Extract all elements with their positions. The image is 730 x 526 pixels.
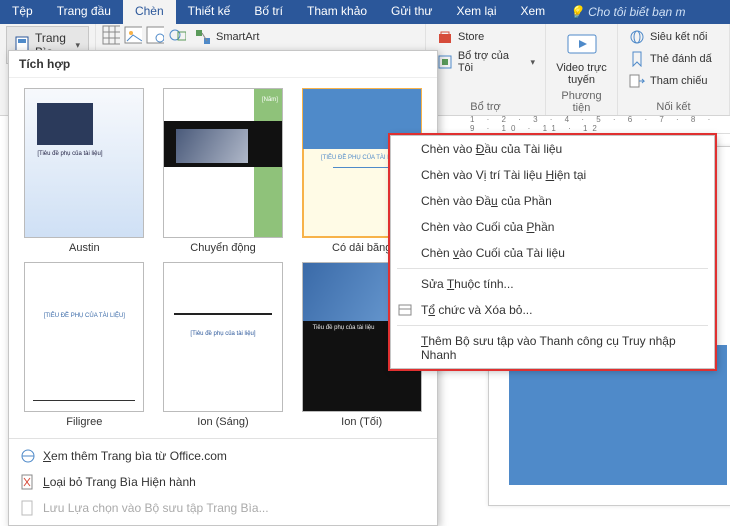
- gallery-caption: Chuyển động: [190, 242, 255, 254]
- shapes-icon[interactable]: [168, 26, 186, 44]
- remove-cover[interactable]: Loại bỏ Trang Bìa Hiện hành: [15, 469, 431, 495]
- crossref-icon: [628, 72, 646, 90]
- tab-home[interactable]: Trang đầu: [45, 0, 123, 24]
- menu-separator: [397, 325, 708, 326]
- crossref-label: Tham chiếu: [650, 75, 707, 87]
- cm-organize-delete[interactable]: Tổ chức và Xóa bỏ...: [391, 297, 714, 323]
- gallery-footer: Xem thêm Trang bìa từ Office.com Loại bỏ…: [9, 438, 437, 525]
- smartart-label: SmartArt: [216, 31, 259, 43]
- bookmark-label: Thẻ đánh dấ: [650, 53, 712, 65]
- smartart-icon: [194, 28, 212, 46]
- tab-view[interactable]: Xem: [508, 0, 557, 24]
- smartart-button[interactable]: SmartArt: [190, 26, 263, 48]
- tab-references[interactable]: Tham khảo: [295, 0, 379, 24]
- my-addins-button[interactable]: Bổ trợ của Tôi ▾: [432, 48, 539, 76]
- store-label: Store: [458, 31, 484, 43]
- gallery-caption: Filigree: [66, 416, 102, 428]
- hyperlink-label: Siêu kết nối: [650, 31, 707, 43]
- cm-edit-properties[interactable]: Sửa Thuộc tính...: [391, 271, 714, 297]
- gallery-caption: Austin: [69, 242, 100, 254]
- addins-group-label: Bổ trợ: [432, 99, 539, 113]
- my-addins-label: Bổ trợ của Tôi: [458, 50, 527, 74]
- tab-layout[interactable]: Bố trí: [242, 0, 295, 24]
- tab-design[interactable]: Thiết kế: [176, 0, 243, 24]
- gallery-item-motion[interactable]: [Năm] [Tiêu đề phụ của tài liệu] Chuyển …: [158, 88, 289, 254]
- addins-icon: [436, 53, 454, 71]
- globe-icon: [19, 447, 37, 465]
- video-icon: [566, 28, 598, 60]
- thumb-title: [TIÊU ĐỀ PHỤ CỦA TÀI LIỆU]: [33, 313, 135, 319]
- tab-insert[interactable]: Chèn: [123, 0, 176, 24]
- save-selection-label: Lưu Lựa chọn vào Bộ sưu tập Trang Bìa...: [43, 501, 269, 515]
- gallery-caption: Ion (Sáng): [197, 416, 248, 428]
- save-selection: Lưu Lựa chọn vào Bộ sưu tập Trang Bìa...: [15, 495, 431, 521]
- tell-me-label: Cho tôi biết bạn m: [588, 5, 685, 19]
- cm-insert-section-end[interactable]: Chèn vào Cuối của Phần: [391, 214, 714, 240]
- thumb-title: [Tiêu đề phụ của tài liệu]: [170, 111, 235, 117]
- thumb-motion: [Năm] [Tiêu đề phụ của tài liệu]: [163, 88, 283, 238]
- gallery-item-ion-light[interactable]: [Tiêu đề phụ của tài liệu] Ion (Sáng): [158, 262, 289, 428]
- organize-icon: [397, 302, 413, 318]
- pictures-icon[interactable]: [124, 26, 142, 44]
- cm-add-to-qat[interactable]: Thêm Bộ sưu tập vào Thanh công cụ Truy n…: [391, 328, 714, 368]
- context-menu: Chèn vào Đầu của Tài liệu Chèn vào Vị tr…: [390, 135, 715, 369]
- thumb-filigree: [TIÊU ĐỀ PHỤ CỦA TÀI LIỆU]: [24, 262, 144, 412]
- gallery-caption: Ion (Tối): [341, 416, 382, 428]
- thumb-title: [Tiêu đề phụ của tài liệu]: [174, 331, 272, 337]
- table-icon[interactable]: [102, 26, 120, 44]
- chevron-down-icon: ▾: [530, 57, 535, 68]
- thumb-austin: [Tiêu đề phụ của tài liệu]: [24, 88, 144, 238]
- tell-me-search[interactable]: 💡 Cho tôi biết bạn m: [557, 0, 697, 24]
- ribbon-tabs: Tệp Trang đầu Chèn Thiết kế Bố trí Tham …: [0, 0, 730, 24]
- thumb-title: [Tiêu đề phụ của tài liệu]: [37, 151, 102, 158]
- gallery-caption: Có dải băng: [332, 242, 391, 254]
- bookmark-icon: [628, 50, 646, 68]
- store-icon: [436, 28, 454, 46]
- cover-page-gallery: Tích hợp [Tiêu đề phụ của tài liệu] Aust…: [8, 50, 438, 526]
- media-group-label: Phương tiện: [552, 88, 611, 114]
- chevron-down-icon: ▾: [75, 40, 80, 51]
- bookmark-button[interactable]: Thẻ đánh dấ: [624, 48, 723, 70]
- tab-file[interactable]: Tệp: [0, 0, 45, 24]
- cm-insert-current[interactable]: Chèn vào Vị trí Tài liệu Hiện tại: [391, 162, 714, 188]
- horizontal-ruler[interactable]: 1 · 2 · 3 · 4 · 5 · 6 · 7 · 8 · 9 · 10 ·…: [440, 116, 730, 134]
- links-group-label: Nối kết: [624, 99, 723, 113]
- online-pictures-icon[interactable]: [146, 26, 164, 44]
- more-from-office[interactable]: Xem thêm Trang bìa từ Office.com: [15, 443, 431, 469]
- online-video-label: Video trực tuyến: [556, 62, 607, 86]
- save-gallery-icon: [19, 499, 37, 517]
- hyperlink-button[interactable]: Siêu kết nối: [624, 26, 723, 48]
- crossref-button[interactable]: Tham chiếu: [624, 70, 723, 92]
- thumb-year: [Năm]: [262, 97, 278, 103]
- gallery-header: Tích hợp: [9, 51, 437, 78]
- cm-insert-doc-end[interactable]: Chèn vào Cuối của Tài liệu: [391, 240, 714, 266]
- tab-review[interactable]: Xem lại: [444, 0, 508, 24]
- remove-page-icon: [19, 473, 37, 491]
- link-icon: [628, 28, 646, 46]
- gallery-item-filigree[interactable]: [TIÊU ĐỀ PHỤ CỦA TÀI LIỆU] Filigree: [19, 262, 150, 428]
- cm-insert-doc-begin[interactable]: Chèn vào Đầu của Tài liệu: [391, 136, 714, 162]
- cm-insert-section-begin[interactable]: Chèn vào Đầu của Phần: [391, 188, 714, 214]
- gallery-item-austin[interactable]: [Tiêu đề phụ của tài liệu] Austin: [19, 88, 150, 254]
- menu-separator: [397, 268, 708, 269]
- lightbulb-icon: 💡: [569, 5, 584, 19]
- tab-mailings[interactable]: Gửi thư: [379, 0, 444, 24]
- store-button[interactable]: Store: [432, 26, 539, 48]
- online-video-button[interactable]: Video trực tuyến: [552, 26, 611, 88]
- thumb-ion-light: [Tiêu đề phụ của tài liệu]: [163, 262, 283, 412]
